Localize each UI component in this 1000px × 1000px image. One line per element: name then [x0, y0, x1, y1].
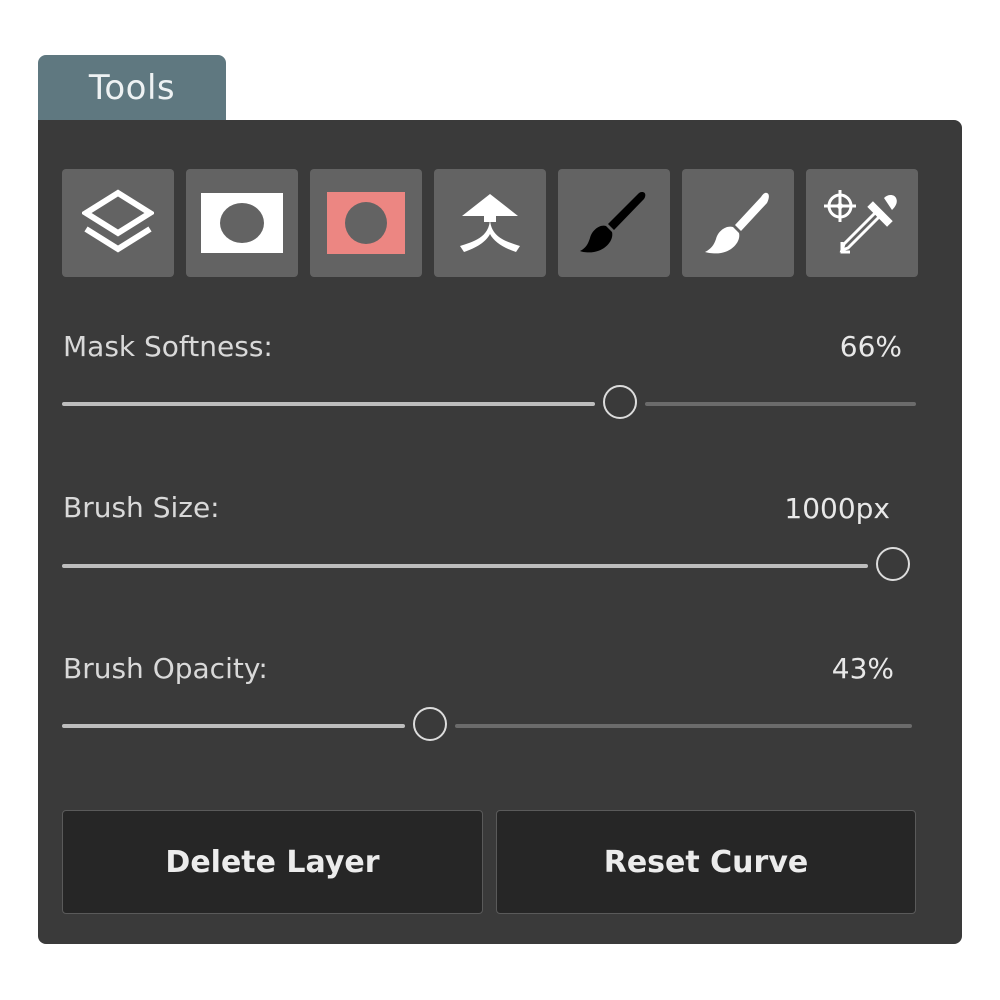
- mask-softness-label: Mask Softness:: [63, 330, 273, 363]
- brush-opacity-label: Brush Opacity:: [63, 652, 268, 685]
- brush-white-button[interactable]: [682, 169, 794, 277]
- brush-opacity-slider[interactable]: [62, 706, 912, 746]
- mask-softness-track-fill: [62, 402, 596, 406]
- merge-button[interactable]: [434, 169, 546, 277]
- eraser-brush-icon: [705, 192, 769, 254]
- tools-panel: Mask Softness: 66% Brush Size: 1000px Br…: [38, 120, 962, 944]
- mask-overlay-icon: [327, 192, 405, 254]
- eyedropper-button[interactable]: [806, 169, 918, 277]
- tool-toolbar: [62, 169, 918, 277]
- brush-opacity-track-rest: [454, 724, 912, 728]
- layers-button[interactable]: [62, 169, 174, 277]
- delete-layer-label: Delete Layer: [165, 844, 380, 880]
- mask-button[interactable]: [186, 169, 298, 277]
- delete-layer-button[interactable]: Delete Layer: [62, 810, 483, 914]
- brush-opacity-track-fill: [62, 724, 405, 728]
- brush-size-knob[interactable]: [876, 547, 910, 581]
- brush-size-label: Brush Size:: [63, 491, 220, 524]
- layers-icon: [82, 189, 154, 253]
- brush-icon: [580, 192, 646, 253]
- brush-size-slider[interactable]: [62, 546, 910, 586]
- tools-tab-label: Tools: [88, 68, 176, 108]
- brush-opacity-value: 43%: [831, 652, 894, 685]
- mask-softness-knob[interactable]: [603, 385, 638, 419]
- brush-opacity-knob[interactable]: [412, 707, 447, 741]
- merge-icon: [460, 194, 520, 252]
- brush-size-value: 1000px: [784, 492, 890, 525]
- mask-softness-slider[interactable]: [62, 384, 916, 424]
- reset-curve-label: Reset Curve: [603, 844, 809, 880]
- reset-curve-button[interactable]: Reset Curve: [496, 810, 916, 914]
- mask-softness-value: 66%: [839, 330, 902, 363]
- tools-tab[interactable]: Tools: [38, 55, 226, 121]
- eyedropper-target-icon: [824, 190, 897, 254]
- mask-overlay-button[interactable]: [310, 169, 422, 277]
- brush-size-track-fill: [62, 564, 868, 568]
- mask-softness-track-rest: [645, 402, 916, 406]
- brush-black-button[interactable]: [558, 169, 670, 277]
- mask-icon: [201, 193, 283, 253]
